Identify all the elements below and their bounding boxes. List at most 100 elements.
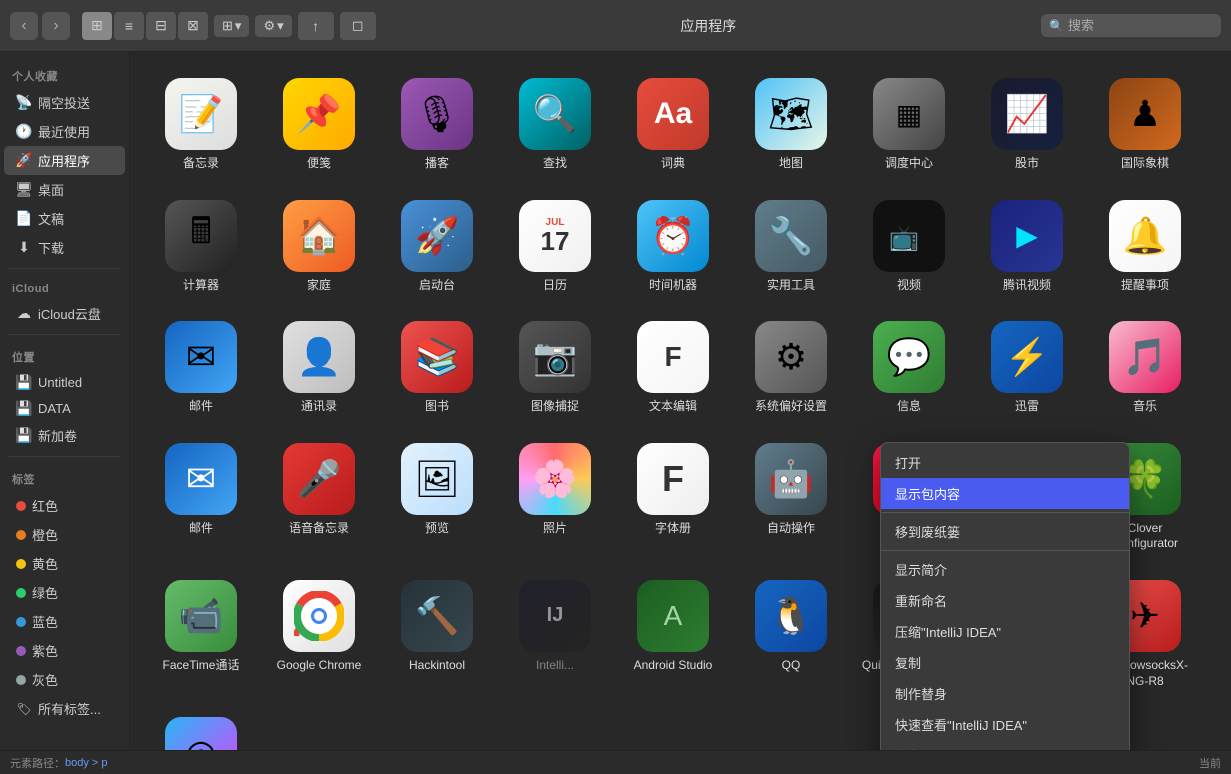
voicememo-label: 语音备忘录 [289, 521, 349, 537]
app-find[interactable]: 🔍 查找 [500, 68, 610, 182]
app-books[interactable]: 📚 图书 [382, 311, 492, 425]
app-control[interactable]: ▦ 调度中心 [854, 68, 964, 182]
ctx-info[interactable]: 显示简介 [881, 554, 1129, 585]
search-box[interactable]: 🔍 [1041, 14, 1221, 37]
app-preview[interactable]: 🖼 预览 [382, 433, 492, 562]
app-music[interactable]: 🎵 音乐 [1090, 311, 1200, 425]
view-icon-btn[interactable]: ⊞ [82, 12, 112, 40]
app-home[interactable]: 🏠 家庭 [264, 190, 374, 304]
ctx-sep-2 [881, 550, 1129, 551]
ctx-compress[interactable]: 压缩"IntelliJ IDEA" [881, 616, 1129, 647]
app-fontbook[interactable]: F 字体册 [618, 433, 728, 562]
sidebar-item-blue[interactable]: 蓝色 [4, 607, 125, 636]
app-mail2[interactable]: ✉ 邮件 [146, 311, 256, 425]
app-voicememo[interactable]: 🎤 语音备忘录 [264, 433, 374, 562]
ctx-open[interactable]: 打开 [881, 447, 1129, 478]
app-timemachine[interactable]: ⏰ 时间机器 [618, 190, 728, 304]
sidebar-item-downloads[interactable]: ⬇ 下载 [4, 233, 125, 262]
sidebar-item-singapore[interactable]: 💾 新加卷 [4, 421, 125, 450]
orange-tag-dot [16, 530, 26, 540]
app-syspref[interactable]: ⚙ 系统偏好设置 [736, 311, 846, 425]
view-dropdown[interactable]: ⊞ ▾ [214, 15, 249, 37]
app-calendar[interactable]: JUL 17 日历 [500, 190, 610, 304]
ctx-copy[interactable]: 复制 [881, 647, 1129, 678]
view-column-btn[interactable]: ⊟ [146, 12, 176, 40]
sidebar-item-green[interactable]: 绿色 [4, 578, 125, 607]
ctx-trash[interactable]: 移到废纸篓 [881, 516, 1129, 547]
sidebar-item-data[interactable]: 💾 DATA [4, 395, 125, 421]
icloud-label-text: iCloud云盘 [38, 304, 101, 323]
app-imagecapture[interactable]: 📷 图像捕捉 [500, 311, 610, 425]
app-calculator[interactable]: 🖩 计算器 [146, 190, 256, 304]
home-icon: 🏠 [283, 200, 355, 272]
app-chess[interactable]: ♟ 国际象棋 [1090, 68, 1200, 182]
view-list-btn[interactable]: ≡ [114, 12, 144, 40]
sidebar-item-untitled[interactable]: 💾 Untitled [4, 369, 125, 395]
sidebar-item-documents[interactable]: 📄 文稿 [4, 204, 125, 233]
app-maps[interactable]: 🗺 地图 [736, 68, 846, 182]
view-cover-btn[interactable]: ⊠ [178, 12, 208, 40]
app-stocks[interactable]: 📈 股市 [972, 68, 1082, 182]
sidebar-item-recents[interactable]: 🕐 最近使用 [4, 117, 125, 146]
messages-icon: 💬 [873, 321, 945, 393]
books-label: 图书 [425, 399, 449, 415]
ctx-quicklook[interactable]: 快速查看"IntelliJ IDEA" [881, 709, 1129, 740]
app-intellij[interactable]: IJ Intelli... [500, 570, 610, 699]
action-dropdown[interactable]: ⚙ ▾ [255, 15, 291, 37]
favorites-label: 个人收藏 [0, 60, 129, 88]
sidebar-item-alltags[interactable]: 🏷 所有标签... [4, 694, 125, 723]
app-tv[interactable]: 📺 视频 [854, 190, 964, 304]
app-android[interactable]: A Android Studio [618, 570, 728, 699]
app-photos[interactable]: 🌸 照片 [500, 433, 610, 562]
ctx-copy-label: 复制 [895, 653, 921, 672]
share-button[interactable]: ↑ [298, 12, 334, 40]
app-reminders[interactable]: 🔔 提醒事项 [1090, 190, 1200, 304]
app-mail[interactable]: ✉ 邮件 [146, 433, 256, 562]
preview-button[interactable]: ◻ [340, 12, 376, 40]
sidebar-item-red[interactable]: 红色 [4, 491, 125, 520]
app-tencent[interactable]: ▶ 腾讯视频 [972, 190, 1082, 304]
app-memo[interactable]: 📝 备忘录 [146, 68, 256, 182]
stickies-icon: 📌 [283, 78, 355, 150]
app-siri[interactable]: ◎ Siri [146, 707, 256, 750]
ctx-rename[interactable]: 重新命名 [881, 585, 1129, 616]
hackintool-label: Hackintool [409, 658, 465, 674]
search-input[interactable] [1068, 18, 1208, 33]
app-messages[interactable]: 💬 信息 [854, 311, 964, 425]
app-qq[interactable]: 🐧 QQ [736, 570, 846, 699]
app-xunlei[interactable]: ⚡ 迅雷 [972, 311, 1082, 425]
app-chrome[interactable]: Google Chrome [264, 570, 374, 699]
statusbar-path[interactable]: body > p [65, 757, 108, 769]
app-launchpad[interactable]: 🚀 启动台 [382, 190, 492, 304]
app-dictionary[interactable]: Aa 词典 [618, 68, 728, 182]
ctx-share[interactable]: 共享 › [881, 740, 1129, 750]
sidebar-item-desktop[interactable]: 🖥 桌面 [4, 175, 125, 204]
app-podcasts[interactable]: 🎙 播客 [382, 68, 492, 182]
sidebar-item-gray[interactable]: 灰色 [4, 665, 125, 694]
app-automator[interactable]: 🤖 自动操作 [736, 433, 846, 562]
ctx-show-contents-label: 显示包内容 [895, 484, 960, 503]
ctx-show-contents[interactable]: 显示包内容 [881, 478, 1129, 509]
sidebar-item-applications[interactable]: 🚀 应用程序 [4, 146, 125, 175]
ctx-trash-label: 移到废纸篓 [895, 522, 960, 541]
blue-tag-label: 蓝色 [32, 612, 58, 631]
app-contacts[interactable]: 👤 通讯录 [264, 311, 374, 425]
app-facetime[interactable]: 📹 FaceTime通话 [146, 570, 256, 699]
ctx-alias[interactable]: 制作替身 [881, 678, 1129, 709]
back-button[interactable]: ‹ [10, 12, 38, 40]
forward-button[interactable]: › [42, 12, 70, 40]
app-textedit[interactable]: F 文本编辑 [618, 311, 728, 425]
data-label: DATA [38, 401, 71, 416]
sidebar-item-orange[interactable]: 橙色 [4, 520, 125, 549]
photos-label: 照片 [543, 521, 567, 537]
app-stickies[interactable]: 📌 便笺 [264, 68, 374, 182]
ctx-alias-label: 制作替身 [895, 684, 947, 703]
app-utilities[interactable]: 🔧 实用工具 [736, 190, 846, 304]
sidebar-item-icloud[interactable]: ☁ iCloud云盘 [4, 299, 125, 328]
chrome-icon [283, 580, 355, 652]
sidebar-item-purple[interactable]: 紫色 [4, 636, 125, 665]
ctx-share-arrow: › [1111, 749, 1115, 751]
sidebar-item-yellow[interactable]: 黄色 [4, 549, 125, 578]
sidebar-item-airdrop[interactable]: 📡 隔空投送 [4, 88, 125, 117]
app-hackintool[interactable]: 🔨 Hackintool [382, 570, 492, 699]
